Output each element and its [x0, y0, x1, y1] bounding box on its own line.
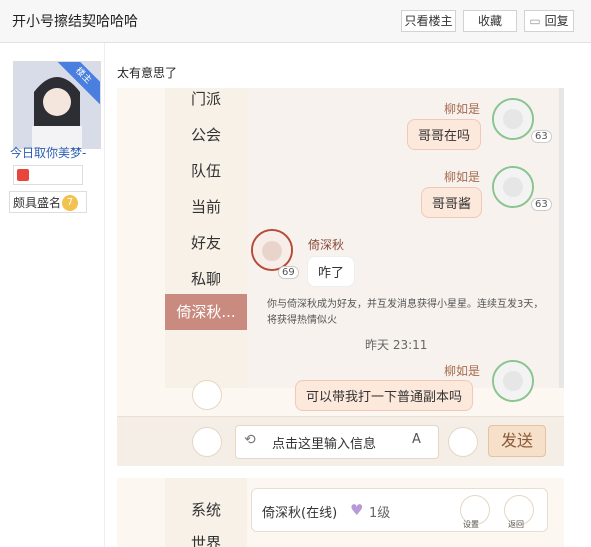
avatar[interactable]: 楼主 — [13, 61, 101, 149]
chat-input: ⟲ 点击这里输入信息 A — [235, 425, 439, 459]
fire-icon — [17, 169, 29, 181]
rank-box: 颇具盛名 7 — [9, 191, 87, 213]
favorite-button[interactable]: 收藏 — [463, 10, 517, 32]
mic-icon — [192, 427, 222, 457]
menu-item-5: 私聊 — [190, 270, 221, 288]
avatar-icon — [251, 229, 293, 271]
rank-title: 颇具盛名 — [13, 196, 62, 210]
message-name: 倚深秋 — [308, 238, 345, 252]
menu-item-2: 队伍 — [190, 162, 221, 180]
menu-item-3: 当前 — [190, 198, 221, 216]
heart-icon: ♥ — [350, 501, 364, 519]
menu-item-system: 系统 — [190, 501, 221, 519]
friend-name: 倚深秋(在线) — [262, 506, 338, 521]
timestamp: 昨天 23:11 — [365, 338, 428, 352]
only-op-button[interactable]: 只看楼主 — [401, 10, 456, 32]
friend-panel: 倚深秋(在线) ♥ 1级 设置 返回 — [251, 488, 548, 532]
level-badge: 69 — [278, 266, 299, 279]
history-icon: ⟲ — [244, 432, 256, 448]
chat-area: 柳如是 哥哥在吗 63 柳如是 哥哥酱 63 69 倚深秋 咋了 你与倚深秋成为… — [247, 88, 564, 411]
menu-item-1: 公会 — [190, 126, 221, 144]
author-panel: 楼主 今日取你美梦- 颇具盛名 7 — [0, 43, 105, 547]
level-badge: 63 — [531, 198, 552, 211]
settings-label: 设置 — [463, 520, 479, 529]
post-text: 太有意思了 — [117, 66, 178, 80]
level-box — [13, 165, 83, 185]
comment-icon: ▭ — [529, 14, 541, 28]
send-button: 发送 — [488, 425, 546, 457]
message-name: 柳如是 — [444, 170, 481, 184]
system-message: 你与倚深秋成为好友，并互发消息获得小星星。连续互发3天，将获得热情似火 — [267, 299, 544, 326]
friend-level: 1级 — [369, 506, 391, 521]
message-bubble: 可以带我打一下普通副本吗 — [295, 380, 474, 411]
thread-title: 开小号擦结契哈哈哈 — [12, 14, 138, 30]
menu-item-0: 门派 — [190, 90, 221, 108]
reply-label: 回复 — [544, 14, 569, 28]
translate-icon: A — [412, 432, 421, 447]
chat-sidebar-2: 系统 世界 — [165, 478, 247, 547]
message-name: 柳如是 — [444, 102, 481, 116]
emoji-icon — [448, 427, 478, 457]
avatar-icon — [492, 98, 534, 140]
chat-sidebar: 门派 公会 队伍 当前 好友 私聊 倚深秋... — [165, 88, 247, 410]
rank-level-badge: 7 — [62, 195, 78, 211]
chat-input-bar: ⟲ 点击这里输入信息 A 发送 — [117, 416, 564, 466]
chat-screenshot-2: 系统 世界 倚深秋(在线) ♥ 1级 设置 返回 — [117, 478, 564, 547]
message-bubble: 哥哥酱 — [421, 187, 483, 218]
menu-item-active: 倚深秋... — [165, 294, 247, 330]
back-label: 返回 — [508, 520, 524, 529]
level-badge: 63 — [531, 130, 552, 143]
menu-item-world: 世界 — [190, 534, 221, 547]
input-placeholder: 点击这里输入信息 — [272, 437, 377, 452]
reply-button[interactable]: ▭ 回复 — [524, 10, 574, 32]
avatar-icon — [492, 360, 534, 402]
message-bubble: 咋了 — [307, 256, 356, 287]
scrollbar — [559, 88, 564, 388]
avatar-icon — [492, 166, 534, 208]
chat-screenshot: 门派 公会 队伍 当前 好友 私聊 倚深秋... 柳如是 哥哥在吗 63 柳如是… — [117, 88, 564, 466]
message-name: 柳如是 — [444, 364, 481, 378]
username-link[interactable]: 今日取你美梦- — [10, 144, 86, 161]
thread-header: 开小号擦结契哈哈哈 只看楼主 收藏 ▭ 回复 — [0, 0, 591, 43]
menu-item-4: 好友 — [190, 234, 221, 252]
message-bubble: 哥哥在吗 — [407, 119, 482, 150]
mail-icon — [192, 380, 222, 410]
